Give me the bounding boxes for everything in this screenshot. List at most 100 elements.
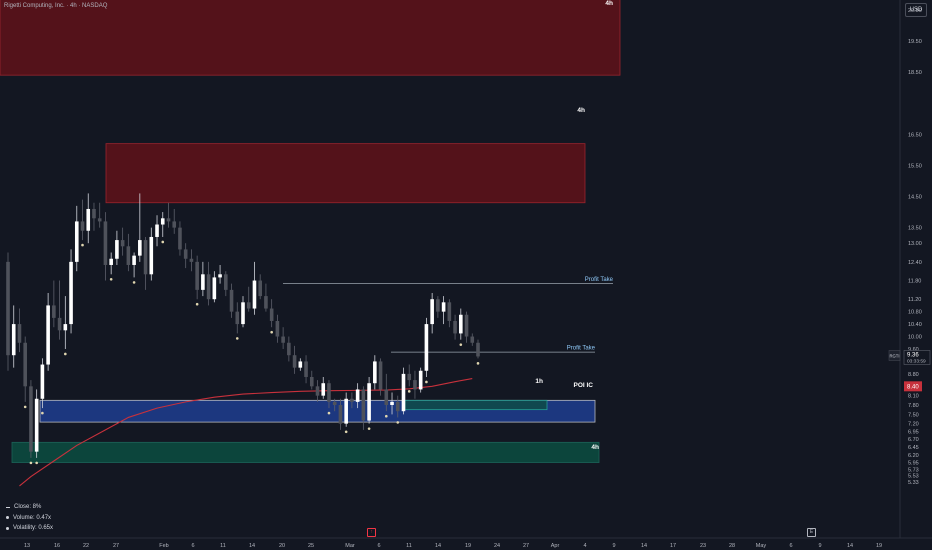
swing-dot xyxy=(35,461,38,465)
time-tick-label: Apr xyxy=(551,543,560,549)
candle-body[interactable] xyxy=(23,342,27,387)
earnings-flag-icon[interactable]: ↑ xyxy=(367,528,376,537)
candle-body[interactable] xyxy=(115,240,119,259)
candle-body[interactable] xyxy=(332,401,337,405)
candle-body[interactable] xyxy=(292,355,297,368)
symbol-header[interactable]: Rigetti Computing, Inc. · 4h · NASDAQ xyxy=(4,3,107,9)
candle-body[interactable] xyxy=(40,364,45,399)
candle-body[interactable] xyxy=(224,274,228,290)
candle-body[interactable] xyxy=(264,296,268,309)
candle-body[interactable] xyxy=(418,370,423,390)
candle-body[interactable] xyxy=(52,305,56,318)
candle-body[interactable] xyxy=(373,361,377,384)
candle-body[interactable] xyxy=(390,401,394,405)
candle-body[interactable] xyxy=(321,383,326,396)
candle-body[interactable] xyxy=(183,249,188,259)
currency-button[interactable]: USD xyxy=(905,3,927,17)
price-tick-label: 10.00 xyxy=(908,335,922,341)
candle-body[interactable] xyxy=(120,240,125,247)
candle-body[interactable] xyxy=(206,274,211,300)
candle-body[interactable] xyxy=(6,261,10,356)
candle-body[interactable] xyxy=(126,246,131,265)
price-tick-label: 5.73 xyxy=(908,467,919,473)
candle-body[interactable] xyxy=(430,299,434,325)
event-flag-icon[interactable]: E xyxy=(807,528,816,537)
candle-body[interactable] xyxy=(338,404,343,424)
candle-body[interactable] xyxy=(344,398,348,424)
swing-dot xyxy=(235,337,239,340)
candle-body[interactable] xyxy=(178,227,182,250)
legend-stats: Close: 8% Volume: 0.47x Volatility: 0.65… xyxy=(6,502,53,534)
candle-body[interactable] xyxy=(97,218,102,222)
swing-dot xyxy=(425,380,428,384)
candle-body[interactable] xyxy=(195,261,199,290)
candle-body[interactable] xyxy=(464,314,469,337)
candle-body[interactable] xyxy=(378,361,383,390)
candle-body[interactable] xyxy=(46,305,50,365)
candle-body[interactable] xyxy=(413,380,417,390)
candle-body[interactable] xyxy=(149,236,154,275)
candle-body[interactable] xyxy=(172,221,177,228)
candle-body[interactable] xyxy=(470,336,475,343)
candle-body[interactable] xyxy=(258,280,262,297)
candle-body[interactable] xyxy=(436,299,440,312)
candle-body[interactable] xyxy=(132,255,136,265)
candle-body[interactable] xyxy=(138,240,142,256)
candle-body[interactable] xyxy=(63,324,68,331)
candle-body[interactable] xyxy=(212,277,217,300)
candle-body[interactable] xyxy=(80,221,85,231)
candle-body[interactable] xyxy=(384,389,389,405)
candle-body[interactable] xyxy=(304,361,308,377)
swing-dot xyxy=(344,430,348,434)
candle-body[interactable] xyxy=(453,320,457,334)
candle-body[interactable] xyxy=(92,208,96,219)
candle-body[interactable] xyxy=(74,221,79,262)
candle-body[interactable] xyxy=(395,401,400,412)
candle-body[interactable] xyxy=(281,336,285,343)
candle-body[interactable] xyxy=(218,274,222,278)
candle-body[interactable] xyxy=(407,373,412,381)
candle-body[interactable] xyxy=(11,324,16,356)
time-tick-label: 19 xyxy=(876,543,882,549)
candle-body[interactable] xyxy=(287,342,291,356)
candle-body[interactable] xyxy=(235,311,240,325)
price-tick-label: 7.80 xyxy=(908,403,919,409)
candle-body[interactable] xyxy=(34,398,39,452)
candle-body[interactable] xyxy=(309,376,314,387)
candle-body[interactable] xyxy=(29,386,33,452)
candle-body[interactable] xyxy=(201,274,205,290)
candle-body[interactable] xyxy=(57,317,62,331)
candle-body[interactable] xyxy=(361,389,366,421)
candle-body[interactable] xyxy=(269,308,274,321)
candle-body[interactable] xyxy=(401,373,406,412)
candle-body[interactable] xyxy=(350,398,354,402)
candle-body[interactable] xyxy=(315,386,320,396)
candle-body[interactable] xyxy=(447,302,452,321)
candle-body[interactable] xyxy=(367,383,371,421)
candle-body[interactable] xyxy=(189,258,194,262)
candle-body[interactable] xyxy=(103,221,108,265)
candle-body[interactable] xyxy=(246,302,251,309)
candle-body[interactable] xyxy=(441,302,446,312)
candle-body[interactable] xyxy=(298,361,303,368)
candle-body[interactable] xyxy=(459,314,463,334)
candle-body[interactable] xyxy=(275,320,280,337)
price-chart[interactable]: Profit TakeProfit Take 20.5019.5018.5016… xyxy=(0,0,932,550)
candle-body[interactable] xyxy=(109,258,113,265)
price-tick-label: 15.50 xyxy=(908,163,922,169)
candle-body[interactable] xyxy=(229,289,234,312)
candle-body[interactable] xyxy=(252,280,257,309)
candle-body[interactable] xyxy=(476,342,480,357)
candle-body[interactable] xyxy=(424,324,429,371)
candle-body[interactable] xyxy=(143,240,148,275)
candle-body[interactable] xyxy=(241,302,245,325)
candle-body[interactable] xyxy=(166,218,171,222)
candle-body[interactable] xyxy=(355,389,360,402)
candle-body[interactable] xyxy=(17,324,22,343)
price-tick-label: 5.95 xyxy=(908,461,919,467)
candle-body[interactable] xyxy=(155,224,159,237)
candle-body[interactable] xyxy=(160,218,165,225)
candle-body[interactable] xyxy=(69,261,73,325)
candle-body[interactable] xyxy=(327,383,331,402)
candle-body[interactable] xyxy=(86,208,91,231)
